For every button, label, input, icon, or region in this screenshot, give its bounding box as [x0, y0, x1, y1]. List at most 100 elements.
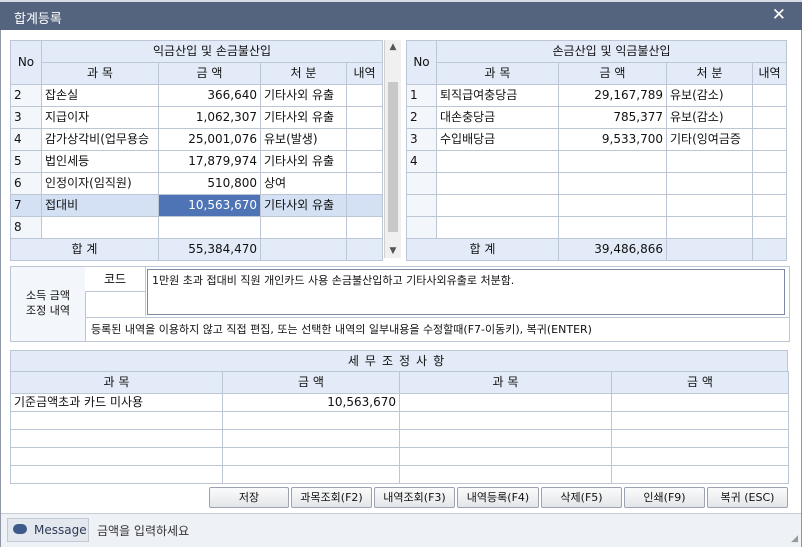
row-subject[interactable]: 감가상각비(업무용승 [41, 128, 159, 151]
subject-lookup-button[interactable]: 과목조회(F2) [291, 487, 372, 508]
row-subject[interactable]: 접대비 [41, 194, 159, 217]
row-amount[interactable] [158, 216, 261, 239]
row-disposal[interactable] [666, 216, 753, 239]
table-row[interactable] [10, 411, 789, 430]
row-disposal[interactable]: 기타(잉여금증 [666, 128, 753, 151]
row-amount[interactable] [558, 172, 667, 195]
table-row[interactable]: 5 법인세등 17,879,974 기타사외 유출 [10, 150, 384, 173]
row-detail[interactable] [751, 216, 788, 239]
adjustment-memo-field[interactable]: 1만원 초과 접대비 직원 개인카드 사용 손금불산입하고 기타사외유출로 처분… [147, 269, 785, 315]
row-disposal[interactable]: 기타사외 유출 [260, 194, 347, 217]
tax-amount-left[interactable] [222, 447, 400, 466]
tax-subject-left[interactable] [10, 411, 223, 430]
row-subject[interactable]: 인정이자(임직원) [41, 172, 159, 195]
detail-register-button[interactable]: 내역등록(F4) [457, 487, 539, 508]
row-amount[interactable]: 9,533,700 [558, 128, 667, 151]
table-row[interactable] [406, 172, 788, 195]
message-button[interactable]: Message [7, 518, 89, 542]
table-row[interactable]: 2 잡손실 366,640 기타사외 유출 [10, 84, 384, 107]
tax-amount-left[interactable]: 10,563,670 [222, 393, 400, 412]
tax-subject-left[interactable]: 기준금액초과 카드 미사용 [10, 393, 223, 412]
table-row-selected[interactable]: 7 접대비 10,563,670 기타사외 유출 [10, 194, 384, 217]
table-row[interactable]: 2 대손충당금 785,377 유보(감소) [406, 106, 788, 129]
save-button[interactable]: 저장 [209, 487, 289, 508]
row-detail[interactable] [345, 216, 384, 239]
row-detail[interactable] [345, 128, 384, 151]
row-subject[interactable] [436, 216, 559, 239]
row-detail[interactable] [345, 84, 384, 107]
row-disposal[interactable]: 유보(감소) [666, 106, 753, 129]
row-amount[interactable]: 17,879,974 [158, 150, 261, 173]
row-detail[interactable] [751, 172, 788, 195]
row-amount[interactable] [558, 194, 667, 217]
table-row[interactable]: 4 [406, 150, 788, 173]
row-detail[interactable] [751, 194, 788, 217]
row-disposal[interactable] [260, 216, 347, 239]
row-detail[interactable] [751, 84, 788, 107]
tax-subject-left[interactable] [10, 465, 223, 484]
code-input[interactable] [85, 292, 146, 316]
row-subject[interactable]: 지급이자 [41, 106, 159, 129]
row-subject[interactable] [436, 172, 559, 195]
tax-amount-left[interactable] [222, 411, 400, 430]
table-row[interactable]: 6 인정이자(임직원) 510,800 상여 [10, 172, 384, 195]
row-amount[interactable]: 25,001,076 [158, 128, 261, 151]
row-amount-active-cell[interactable]: 10,563,670 [158, 194, 261, 217]
close-icon[interactable]: ✕ [772, 5, 786, 25]
back-button[interactable]: 복귀 (ESC) [707, 487, 788, 508]
row-subject[interactable] [436, 150, 559, 173]
row-disposal[interactable]: 유보(감소) [666, 84, 753, 107]
row-amount[interactable] [558, 216, 667, 239]
table-row[interactable]: 3 수입배당금 9,533,700 기타(잉여금증 [406, 128, 788, 151]
table-row[interactable] [10, 429, 789, 448]
row-subject[interactable]: 수입배당금 [436, 128, 559, 151]
row-detail[interactable] [751, 150, 788, 173]
row-disposal[interactable]: 유보(발생) [260, 128, 347, 151]
tax-subject-right[interactable] [399, 465, 612, 484]
tax-amount-right[interactable] [611, 393, 789, 412]
scroll-down-icon[interactable]: ▼ [385, 244, 401, 258]
tax-amount-left[interactable] [222, 429, 400, 448]
row-disposal[interactable] [666, 172, 753, 195]
tax-amount-left[interactable] [222, 465, 400, 484]
row-subject[interactable]: 잡손실 [41, 84, 159, 107]
row-disposal[interactable]: 기타사외 유출 [260, 84, 347, 107]
row-detail[interactable] [345, 150, 384, 173]
tax-subject-right[interactable] [399, 447, 612, 466]
row-subject[interactable] [436, 194, 559, 217]
table-row[interactable] [406, 194, 788, 217]
row-disposal[interactable] [666, 150, 753, 173]
scroll-thumb[interactable] [388, 82, 398, 232]
row-detail[interactable] [345, 106, 384, 129]
tax-amount-right[interactable] [611, 429, 789, 448]
row-subject[interactable]: 퇴직급여충당금 [436, 84, 559, 107]
table-row[interactable] [406, 216, 788, 239]
scroll-up-icon[interactable]: ▲ [385, 40, 401, 54]
delete-button[interactable]: 삭제(F5) [541, 487, 622, 508]
row-subject[interactable]: 법인세등 [41, 150, 159, 173]
row-subject[interactable]: 대손충당금 [436, 106, 559, 129]
table-row[interactable] [10, 447, 789, 466]
tax-subject-right[interactable] [399, 429, 612, 448]
row-subject[interactable] [41, 216, 159, 239]
tax-amount-right[interactable] [611, 465, 789, 484]
table-row[interactable]: 기준금액초과 카드 미사용 10,563,670 [10, 393, 789, 412]
tax-subject-right[interactable] [399, 411, 612, 430]
row-amount[interactable]: 785,377 [558, 106, 667, 129]
table-row[interactable]: 1 퇴직급여충당금 29,167,789 유보(감소) [406, 84, 788, 107]
row-amount[interactable]: 510,800 [158, 172, 261, 195]
row-detail[interactable] [345, 172, 384, 195]
row-disposal[interactable]: 기타사외 유출 [260, 106, 347, 129]
row-disposal[interactable] [666, 194, 753, 217]
left-table-scrollbar[interactable]: ▲ ▼ [384, 40, 401, 258]
row-amount[interactable]: 29,167,789 [558, 84, 667, 107]
table-row[interactable]: 8 [10, 216, 384, 239]
row-amount[interactable] [558, 150, 667, 173]
table-row[interactable] [10, 465, 789, 484]
print-button[interactable]: 인쇄(F9) [624, 487, 705, 508]
detail-lookup-button[interactable]: 내역조회(F3) [374, 487, 455, 508]
tax-amount-right[interactable] [611, 447, 789, 466]
row-detail[interactable] [751, 106, 788, 129]
row-amount[interactable]: 1,062,307 [158, 106, 261, 129]
tax-subject-right[interactable] [399, 393, 612, 412]
